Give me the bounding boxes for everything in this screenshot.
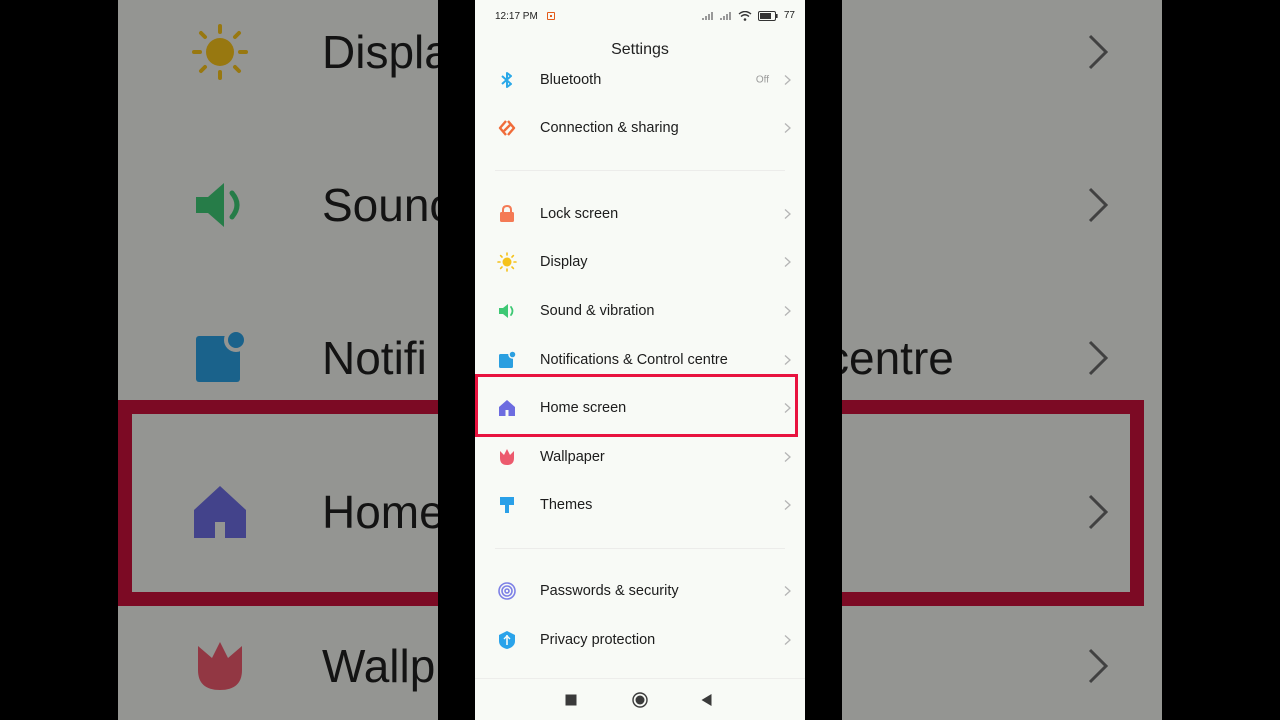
notification-icon <box>499 350 517 368</box>
signal-icon <box>701 11 713 20</box>
settings-item-bluetooth[interactable]: Bluetooth Off <box>475 56 805 104</box>
paintbrush-icon <box>500 497 514 513</box>
settings-item-themes[interactable]: Themes <box>475 481 805 529</box>
status-time: 12:17 PM <box>495 11 538 22</box>
settings-item-label: Wallpaper <box>540 449 605 465</box>
bluetooth-icon <box>501 72 512 88</box>
settings-item-display[interactable]: Display <box>475 238 805 286</box>
chevron-right-icon <box>784 123 791 133</box>
chevron-right-icon <box>784 257 791 267</box>
notification-indicator-icon <box>547 12 555 20</box>
chevron-right-icon <box>784 355 791 365</box>
settings-item-passwords-security[interactable]: Passwords & security <box>475 567 805 615</box>
speaker-icon <box>499 304 514 318</box>
status-right: 77 <box>701 10 795 21</box>
chevron-right-icon <box>784 75 791 85</box>
settings-item-label: Connection & sharing <box>540 120 679 136</box>
settings-item-label: Notifications & Control centre <box>540 352 728 368</box>
chevron-right-icon <box>784 209 791 219</box>
settings-item-privacy-protection[interactable]: Privacy protection <box>475 616 805 664</box>
phone-frame: 12:17 PM 77 Settings Bluetooth Off Conne… <box>438 0 842 720</box>
bluetooth-status-value: Off <box>755 74 769 86</box>
battery-icon <box>757 10 778 21</box>
section-divider <box>495 170 785 171</box>
privacy-shield-icon <box>499 631 515 649</box>
tulip-icon <box>500 449 514 465</box>
chevron-right-icon <box>784 635 791 645</box>
settings-item-label: Privacy protection <box>540 632 656 648</box>
settings-item-label: Passwords & security <box>540 583 679 599</box>
section-divider <box>495 548 785 549</box>
settings-item-label: Themes <box>540 497 593 513</box>
wifi-icon <box>738 10 752 21</box>
settings-item-sound-vibration[interactable]: Sound & vibration <box>475 287 805 335</box>
connection-sharing-icon <box>498 120 516 136</box>
home-screen-highlight-box <box>475 374 798 437</box>
fingerprint-icon <box>498 582 516 600</box>
chevron-right-icon <box>784 306 791 316</box>
status-bar: 12:17 PM 77 <box>475 0 805 34</box>
settings-screen: 12:17 PM 77 Settings Bluetooth Off Conne… <box>475 0 805 720</box>
battery-percent: 77 <box>783 10 795 21</box>
settings-item-label: Lock screen <box>540 206 619 222</box>
back-button[interactable] <box>701 694 713 706</box>
chevron-right-icon <box>784 500 791 510</box>
signal-icon-2 <box>719 11 731 20</box>
chevron-right-icon <box>784 586 791 596</box>
lock-icon <box>500 204 514 222</box>
settings-item-lock-screen[interactable]: Lock screen <box>475 190 805 238</box>
navigation-bar <box>475 678 805 720</box>
settings-item-wallpaper[interactable]: Wallpaper <box>475 433 805 481</box>
settings-item-connection-sharing[interactable]: Connection & sharing <box>475 104 805 152</box>
sun-icon <box>497 252 517 272</box>
chevron-right-icon <box>784 452 791 462</box>
home-button[interactable] <box>632 692 648 708</box>
recents-button[interactable] <box>565 694 577 706</box>
settings-item-label: Bluetooth <box>540 72 602 88</box>
settings-item-label: Sound & vibration <box>540 303 655 319</box>
settings-item-label: Display <box>540 254 588 270</box>
